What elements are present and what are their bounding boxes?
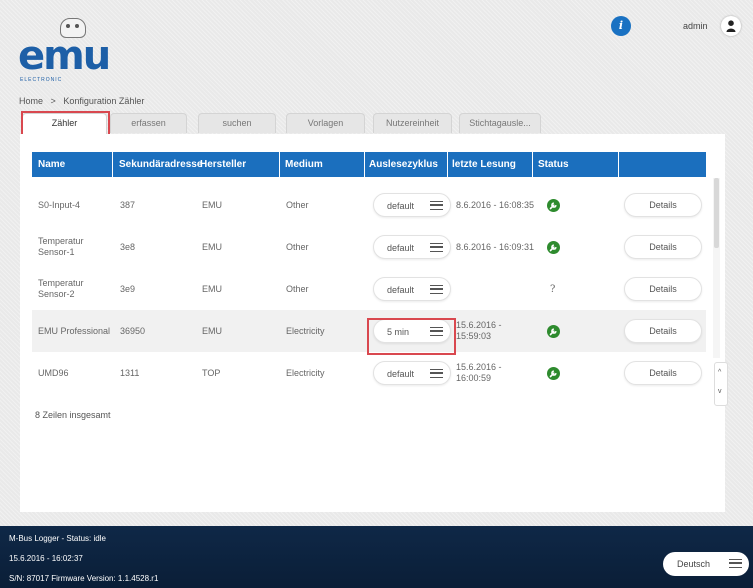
meter-name: UMD96 [38, 368, 69, 378]
meter-name: S0-Input-4 [38, 200, 81, 210]
column-last-reading[interactable]: letzte Lesung [452, 152, 516, 177]
breadcrumb-separator: > [50, 96, 56, 106]
read-cycle-select[interactable]: default [373, 193, 451, 217]
scroll-arrows[interactable]: ^ v [714, 362, 728, 406]
column-medium[interactable]: Medium [285, 152, 323, 177]
read-cycle-select[interactable]: default [373, 235, 451, 259]
breadcrumb-current: Konfiguration Zähler [63, 96, 145, 106]
read-cycle-value: default [387, 285, 415, 295]
menu-icon [729, 559, 742, 568]
tab-vorlagen[interactable]: Vorlagen [286, 113, 365, 133]
emu-logo[interactable]: emu ELECTRONIC [18, 18, 111, 83]
details-button[interactable]: Details [624, 277, 702, 301]
status-unknown-icon: ? [550, 284, 556, 295]
meter-address: 36950 [120, 326, 146, 336]
scroll-up-icon[interactable]: ^ [718, 369, 721, 377]
menu-icon [430, 243, 443, 252]
meter-name: EMU Professional [38, 326, 111, 336]
breadcrumb: Home > Konfiguration Zähler [19, 96, 149, 106]
language-value: Deutsch [677, 559, 711, 569]
column-divider [112, 152, 113, 177]
logger-status: M-Bus Logger - Status: idle [9, 534, 106, 543]
last-reading: 8.6.2016 - 16:09:31 [456, 242, 535, 252]
tab-nutzereinheit[interactable]: Nutzereinheit [373, 113, 452, 133]
tab-erfassen[interactable]: erfassen [110, 113, 187, 133]
read-cycle-select[interactable]: default [373, 361, 451, 385]
meter-name: Temperatur Sensor-1 [38, 236, 84, 257]
table-row[interactable]: Temperatur Sensor-1 3e8 EMU Other defaul… [32, 226, 706, 268]
user-icon [726, 20, 736, 32]
column-divider [532, 152, 533, 177]
current-datetime: 15.6.2016 - 16:02:37 [9, 554, 83, 563]
menu-icon [430, 369, 443, 378]
meter-address: 1311 [120, 368, 140, 378]
status-footer: M-Bus Logger - Status: idle 15.6.2016 - … [0, 526, 753, 588]
status-ok-icon [547, 367, 560, 380]
table-row[interactable]: UMD96 1311 TOP Electricity default 15.6.… [32, 352, 706, 394]
column-divider [618, 152, 619, 177]
device-serial-firmware: S/N: 87017 Firmware Version: 1.1.4528.r1 [9, 574, 159, 583]
language-select[interactable]: Deutsch [663, 552, 749, 576]
meter-manufacturer: EMU [202, 242, 222, 252]
meter-manufacturer: EMU [202, 284, 222, 294]
last-reading: 15.6.2016 - 15:59:03 [456, 320, 502, 341]
meter-address: 3e9 [120, 284, 136, 294]
column-read-cycle[interactable]: Auslesezyklus [369, 152, 438, 177]
user-button[interactable] [721, 16, 741, 36]
last-reading: 15.6.2016 - 16:00:59 [456, 362, 502, 383]
meter-name: Temperatur Sensor-2 [38, 278, 84, 299]
meter-medium: Electricity [286, 326, 325, 336]
row-count: 8 Zeilen insgesamt [35, 410, 111, 420]
menu-icon [430, 285, 443, 294]
column-status[interactable]: Status [538, 152, 569, 177]
column-divider [364, 152, 365, 177]
details-button[interactable]: Details [624, 235, 702, 259]
column-name[interactable]: Name [38, 152, 65, 177]
column-divider [447, 152, 448, 177]
user-name: admin [683, 21, 708, 31]
menu-icon [430, 201, 443, 210]
read-cycle-value: default [387, 369, 415, 379]
tab-suchen[interactable]: suchen [198, 113, 276, 133]
last-reading: 8.6.2016 - 16:08:35 [456, 200, 535, 210]
meter-manufacturer: EMU [202, 200, 222, 210]
info-button[interactable]: i [611, 16, 631, 36]
logo-wordmark: emu [18, 33, 111, 79]
status-ok-icon [547, 325, 560, 338]
logo-subtext: ELECTRONIC [20, 77, 63, 83]
table-row[interactable]: Temperatur Sensor-2 3e9 EMU Other defaul… [32, 268, 706, 310]
info-icon: i [618, 19, 624, 32]
meter-medium: Other [286, 284, 309, 294]
tab-stichtagauslesung[interactable]: Stichtagausle... [459, 113, 541, 133]
meter-address: 3e8 [120, 242, 136, 252]
status-ok-icon [547, 199, 560, 212]
details-button[interactable]: Details [624, 361, 702, 385]
details-button[interactable]: Details [624, 319, 702, 343]
column-secondary-address[interactable]: Sekundäradresse [119, 152, 202, 177]
table-header: Name Sekundäradresse Hersteller Medium A… [32, 152, 706, 177]
header: emu ELECTRONIC i admin [0, 0, 753, 88]
cycle-highlight-marker [367, 318, 456, 355]
column-manufacturer[interactable]: Hersteller [200, 152, 246, 177]
status-ok-icon [547, 241, 560, 254]
read-cycle-value: default [387, 243, 415, 253]
scrollbar-thumb[interactable] [714, 178, 719, 248]
read-cycle-select[interactable]: default [373, 277, 451, 301]
column-divider [279, 152, 280, 177]
meter-medium: Other [286, 200, 309, 210]
table-scrollbar[interactable] [713, 178, 720, 358]
breadcrumb-home[interactable]: Home [19, 96, 43, 106]
scroll-down-icon[interactable]: v [718, 388, 722, 396]
table-row[interactable]: S0-Input-4 387 EMU Other default 8.6.201… [32, 184, 706, 226]
meter-medium: Electricity [286, 368, 325, 378]
meter-medium: Other [286, 242, 309, 252]
meter-manufacturer: TOP [202, 368, 221, 378]
details-button[interactable]: Details [624, 193, 702, 217]
meter-address: 387 [120, 200, 136, 210]
read-cycle-value: default [387, 201, 415, 211]
meter-manufacturer: EMU [202, 326, 222, 336]
